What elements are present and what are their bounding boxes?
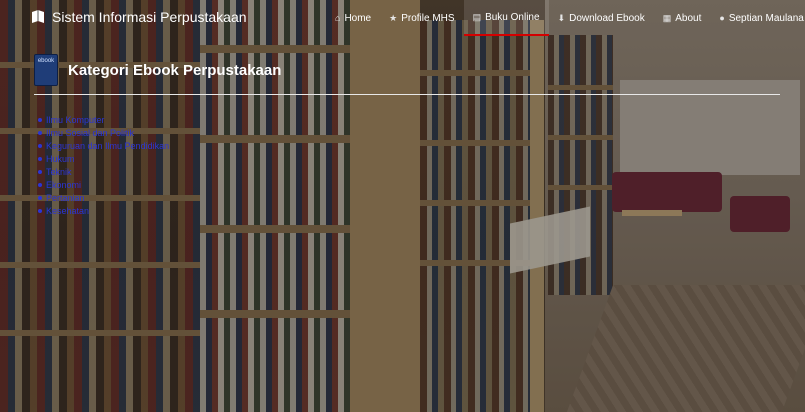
list-icon: ▤ [472,11,482,22]
nav-label-home: Home [344,12,372,24]
category-link[interactable]: Ekonomi [46,180,81,190]
category-link[interactable]: Ilmu Sosial dan Politik [46,128,134,138]
star-icon: ★ [389,12,398,23]
nav-about[interactable]: ▦ About [654,0,711,36]
book-icon [32,10,44,23]
user-icon: ● [719,13,725,23]
main-nav: ⌂ Home ★ Profile MHS ▤ Buku Online ⬇ Dow… [326,0,805,36]
bullet-icon [38,195,42,200]
list-item: Ilmu Sosial dan Politik [38,126,169,139]
list-item: Hukum [38,152,169,165]
home-icon: ⌂ [335,13,341,23]
nav-buku-online[interactable]: ▤ Buku Online [463,0,549,36]
brand[interactable]: Sistem Informasi Perpustakaan [30,9,247,25]
list-item: Ilmu Komputer [38,113,169,126]
ebook-icon: ebook [34,54,58,86]
nav-label-profile: Profile MHS [401,12,455,24]
nav-label-about: About [675,12,702,24]
bullet-icon [38,208,42,213]
info-icon: ▦ [662,12,672,23]
bullet-icon [38,182,42,187]
top-navbar: Sistem Informasi Perpustakaan ⌂ Home ★ P… [0,0,805,36]
nav-download-ebook[interactable]: ⬇ Download Ebook [549,0,654,36]
nav-label-buku: Buku Online [485,11,540,23]
page-title: Kategori Ebook Perpustakaan [68,61,282,79]
bullet-icon [38,117,42,122]
category-link[interactable]: Keguruan dan Ilmu Pendidikan [46,141,169,151]
list-item: Kesehatan [38,204,169,217]
list-item: Keguruan dan Ilmu Pendidikan [38,139,169,152]
download-icon: ⬇ [557,12,566,23]
category-link[interactable]: Pertanian [46,193,85,203]
bullet-icon [38,169,42,174]
brand-title: Sistem Informasi Perpustakaan [52,9,247,25]
bullet-icon [38,143,42,148]
category-list: Ilmu Komputer Ilmu Sosial dan Politik Ke… [38,113,169,217]
category-link[interactable]: Teknik [46,167,72,177]
category-link[interactable]: Ilmu Komputer [46,115,105,125]
divider [34,94,780,95]
list-item: Ekonomi [38,178,169,191]
page-heading: ebook Kategori Ebook Perpustakaan [34,54,281,86]
bullet-icon [38,130,42,135]
nav-label-user: Septian Maulana [728,12,804,24]
nav-profile-mhs[interactable]: ★ Profile MHS [380,0,463,36]
list-item: Pertanian [38,191,169,204]
category-link[interactable]: Hukum [46,154,75,164]
nav-home[interactable]: ⌂ Home [326,0,380,36]
category-link[interactable]: Kesehatan [46,206,89,216]
bullet-icon [38,156,42,161]
nav-label-download: Download Ebook [569,12,645,24]
nav-user[interactable]: ● Septian Maulana [710,0,805,36]
list-item: Teknik [38,165,169,178]
